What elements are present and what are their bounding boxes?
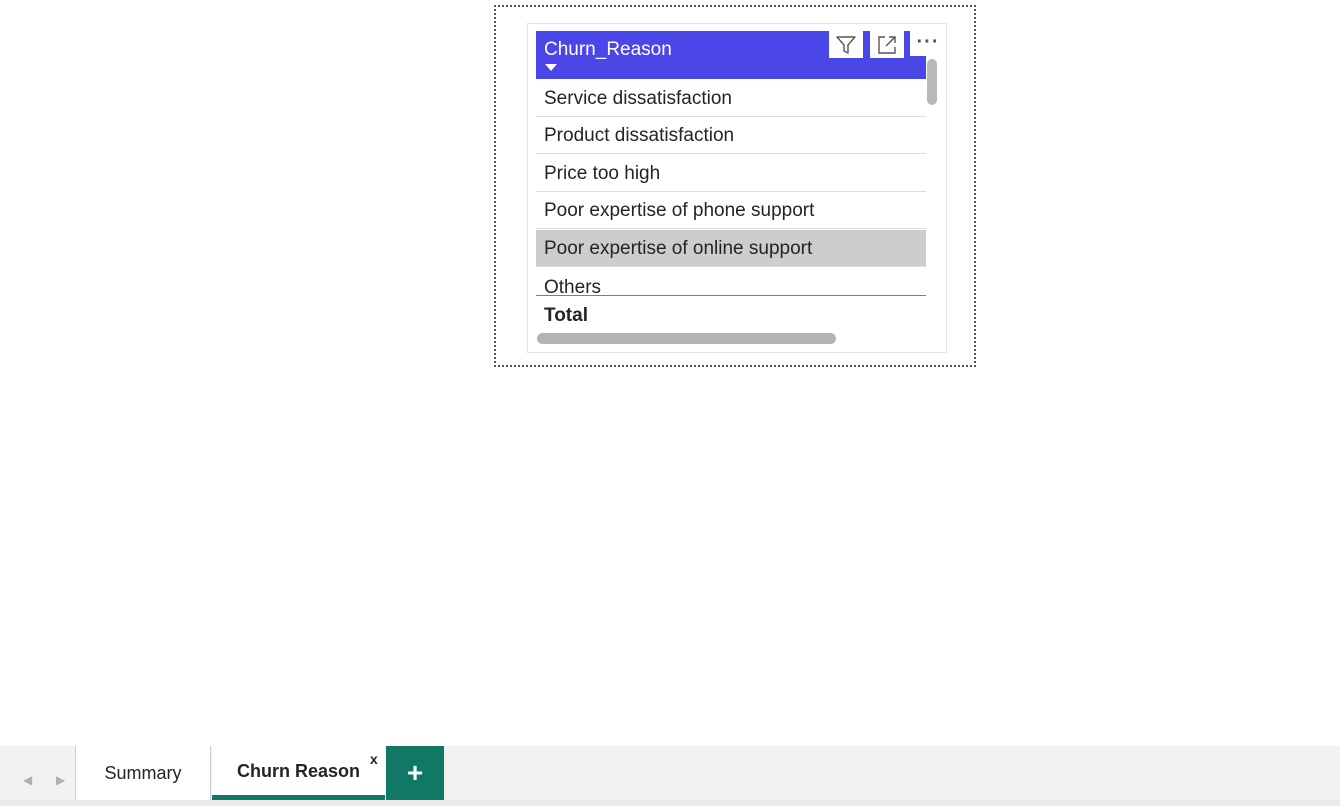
total-row-label: Total	[544, 305, 588, 326]
report-canvas: Churn_Reason ··· Service dissatisfaction…	[0, 0, 1340, 746]
page-tab-bar: ◀ ▶ Summary Churn Reason x +	[0, 746, 1340, 806]
focus-mode-button[interactable]	[870, 31, 904, 58]
tab-churn-reason[interactable]: Churn Reason	[212, 746, 385, 800]
vertical-scrollbar[interactable]	[927, 59, 937, 105]
table-row-selected[interactable]: Poor expertise of online support	[536, 230, 926, 267]
filter-button[interactable]	[829, 31, 863, 58]
column-header-churn-reason[interactable]: Churn_Reason	[536, 31, 926, 79]
row-label: Product dissatisfaction	[544, 125, 735, 146]
table-row[interactable]: Others	[536, 268, 926, 296]
tab-summary[interactable]: Summary	[75, 746, 211, 800]
column-header-label: Churn_Reason	[544, 39, 672, 60]
tab-label: Churn Reason	[236, 761, 360, 781]
filter-icon	[836, 35, 856, 54]
row-label: Service dissatisfaction	[544, 88, 732, 109]
focus-mode-icon	[878, 35, 896, 54]
more-options-button[interactable]: ···	[910, 29, 946, 56]
sort-descending-icon[interactable]	[545, 64, 557, 71]
chevron-right-icon[interactable]: ▶	[56, 774, 65, 786]
close-tab-button[interactable]: x	[370, 752, 378, 766]
row-label: Poor expertise of phone support	[544, 200, 815, 221]
status-strip	[0, 800, 1340, 806]
plus-icon: +	[406, 757, 424, 788]
row-label: Others	[544, 277, 602, 296]
add-page-button[interactable]: +	[386, 746, 444, 800]
chevron-left-icon[interactable]: ◀	[23, 774, 32, 786]
row-label: Price too high	[544, 163, 661, 184]
table-row[interactable]: Product dissatisfaction	[536, 117, 926, 154]
row-label: Poor expertise of online support	[544, 238, 813, 259]
more-options-icon: ···	[916, 31, 940, 53]
table-row[interactable]: Service dissatisfaction	[536, 80, 926, 117]
tab-label: Summary	[104, 762, 182, 783]
horizontal-scrollbar[interactable]	[537, 333, 836, 344]
table-row[interactable]: Price too high	[536, 155, 926, 192]
table-row[interactable]: Poor expertise of phone support	[536, 192, 926, 229]
